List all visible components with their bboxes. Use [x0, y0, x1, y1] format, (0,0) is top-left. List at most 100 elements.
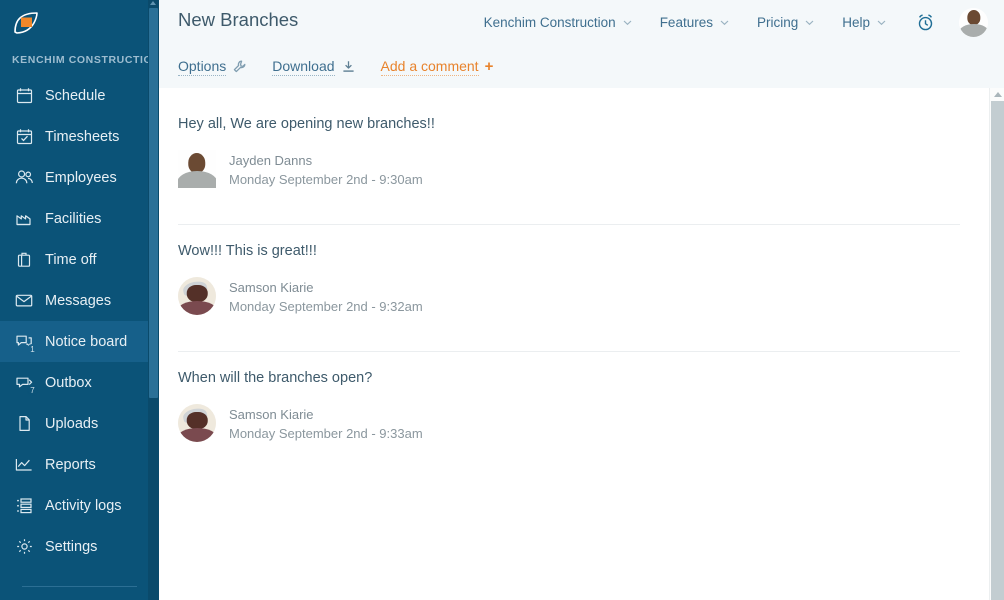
sidebar-badge: 1	[27, 343, 38, 355]
post-timestamp: Monday September 2nd - 9:30am	[229, 172, 423, 187]
top-nav-item-pricing[interactable]: Pricing	[757, 15, 814, 30]
main-area: New Branches Kenchim Construction Featur…	[159, 0, 1004, 600]
add-comment-label: Add a comment	[380, 57, 479, 76]
post-timestamp: Monday September 2nd - 9:32am	[229, 299, 423, 314]
sidebar-item-activity-logs[interactable]: Activity logs	[0, 485, 159, 526]
download-label: Download	[272, 57, 335, 76]
page-title: New Branches	[178, 9, 299, 30]
org-label: KENCHIM CONSTRUCTION	[12, 54, 159, 66]
sidebar-badge: 7	[27, 384, 38, 396]
sidebar-item-label: Uploads	[45, 415, 99, 432]
options-button[interactable]: Options	[178, 58, 246, 76]
top-nav-item-help[interactable]: Help	[842, 15, 886, 30]
sidebar-item-schedule[interactable]: Schedule	[0, 75, 159, 116]
sidebar-item-label: Timesheets	[45, 128, 120, 145]
user-avatar[interactable]	[959, 8, 988, 37]
sidebar-item-label: Activity logs	[45, 497, 122, 514]
wrench-icon	[233, 60, 246, 73]
content-scrollbar[interactable]	[989, 88, 1004, 600]
avatar-image	[959, 8, 988, 37]
chevron-down-icon	[805, 18, 814, 27]
plus-icon: +	[484, 58, 494, 75]
post-meta: Samson Kiarie Monday September 2nd - 9:3…	[159, 277, 1004, 317]
top-navigation: Kenchim Construction Features Pricing He…	[456, 0, 988, 45]
list-icon	[13, 495, 35, 517]
post-meta: Samson Kiarie Monday September 2nd - 9:3…	[159, 404, 1004, 444]
post-author-info: Jayden Danns Monday September 2nd - 9:30…	[229, 150, 423, 190]
sidebar-item-settings[interactable]: Settings	[0, 526, 159, 567]
sidebar-scroll-up-arrow[interactable]	[150, 1, 156, 5]
sidebar-item-reports[interactable]: Reports	[0, 444, 159, 485]
file-icon	[13, 413, 35, 435]
post-item[interactable]: Hey all, We are opening new branches!! J…	[159, 98, 1004, 225]
post-text: Wow!!! This is great!!!	[178, 243, 317, 259]
avatar-image	[178, 404, 216, 442]
sidebar-item-label: Notice board	[45, 333, 128, 350]
top-nav-item-features[interactable]: Features	[660, 15, 729, 30]
top-nav-label: Features	[659, 15, 713, 30]
gear-icon	[13, 536, 35, 558]
scroll-up-arrow[interactable]	[994, 92, 1002, 97]
post-item[interactable]: When will the branches open? Samson Kiar…	[159, 352, 1004, 444]
sidebar-divider	[22, 586, 137, 587]
content-scrollbar-thumb[interactable]	[991, 101, 1004, 600]
chevron-down-icon	[877, 18, 886, 27]
avatar-image	[178, 277, 216, 315]
post-item[interactable]: Wow!!! This is great!!! Samson Kiarie Mo…	[159, 225, 1004, 352]
notice-board-content: Hey all, We are opening new branches!! J…	[159, 88, 1004, 600]
post-author-avatar	[178, 150, 216, 188]
sidebar-item-messages[interactable]: Messages	[0, 280, 159, 321]
top-bar-primary-row: New Branches Kenchim Construction Featur…	[159, 0, 1004, 45]
sidebar-item-label: Settings	[45, 538, 98, 555]
alarm-clock-icon[interactable]	[916, 13, 935, 32]
post-list: Hey all, We are opening new branches!! J…	[159, 88, 1004, 444]
add-comment-button[interactable]: Add a comment +	[380, 57, 494, 76]
users-icon	[13, 167, 35, 189]
post-text: When will the branches open?	[178, 370, 373, 386]
chevron-down-icon	[720, 18, 729, 27]
post-timestamp: Monday September 2nd - 9:33am	[229, 426, 423, 441]
line-chart-icon	[13, 454, 35, 476]
sidebar-scrollbar[interactable]	[148, 0, 159, 600]
logo-container[interactable]	[0, 0, 159, 45]
sidebar-item-time-off[interactable]: Time off	[0, 239, 159, 280]
avatar-image	[178, 150, 216, 188]
download-icon	[342, 60, 355, 73]
sidebar-item-label: Employees	[45, 169, 117, 186]
sidebar-item-employees[interactable]: Employees	[0, 157, 159, 198]
sidebar-content: KENCHIM CONSTRUCTION Schedule Timesheets…	[0, 0, 159, 600]
calendar-check-icon	[13, 126, 35, 148]
sidebar-item-notice-board[interactable]: 1 Notice board	[0, 321, 159, 362]
outbox-icon: 7	[13, 372, 38, 396]
sidebar-item-timesheets[interactable]: Timesheets	[0, 116, 159, 157]
sidebar-item-label: Facilities	[45, 210, 102, 227]
top-nav-label: Kenchim Construction	[483, 15, 616, 30]
post-author-avatar	[178, 404, 216, 442]
chat-bubbles-icon: 1	[13, 331, 38, 355]
post-author-info: Samson Kiarie Monday September 2nd - 9:3…	[229, 404, 423, 444]
sidebar-scrollbar-thumb[interactable]	[149, 8, 158, 398]
chevron-down-icon	[623, 18, 632, 27]
download-button[interactable]: Download	[272, 58, 354, 76]
sidebar-item-outbox[interactable]: 7 Outbox	[0, 362, 159, 403]
briefcase-icon	[13, 249, 35, 271]
top-bar: New Branches Kenchim Construction Featur…	[159, 0, 1004, 88]
top-nav-item-organisation[interactable]: Kenchim Construction	[484, 15, 632, 30]
post-meta: Jayden Danns Monday September 2nd - 9:30…	[159, 150, 1004, 190]
calendar-icon	[13, 85, 35, 107]
sidebar-item-label: Time off	[45, 251, 97, 268]
sidebar-item-label: Schedule	[45, 87, 106, 104]
sidebar-item-uploads[interactable]: Uploads	[0, 403, 159, 444]
post-author-name: Jayden Danns	[229, 153, 313, 168]
sidebar-item-facilities[interactable]: Facilities	[0, 198, 159, 239]
sidebar-item-label: Reports	[45, 456, 96, 473]
app-window: KENCHIM CONSTRUCTION Schedule Timesheets…	[0, 0, 1004, 600]
post-text: Hey all, We are opening new branches!!	[178, 116, 435, 132]
sidebar-item-label: Outbox	[45, 374, 92, 391]
top-nav-label: Help	[842, 15, 870, 30]
leaf-logo-icon	[12, 10, 40, 36]
post-author-info: Samson Kiarie Monday September 2nd - 9:3…	[229, 277, 423, 317]
action-bar: Options Download Add a comment +	[159, 45, 1004, 88]
options-label: Options	[178, 57, 227, 76]
factory-icon	[13, 208, 35, 230]
